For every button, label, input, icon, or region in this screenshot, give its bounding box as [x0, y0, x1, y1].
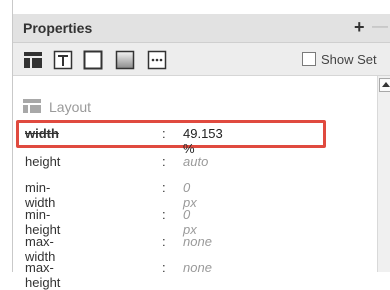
panel-titlebar: Properties + —: [13, 14, 390, 43]
property-name: max-height: [25, 260, 61, 290]
show-set-checkbox[interactable]: [302, 52, 316, 66]
property-value[interactable]: 0 px: [183, 180, 197, 210]
show-set-label: Show Set: [321, 51, 377, 67]
highlight-box: [16, 120, 326, 148]
property-name: min-width: [25, 180, 56, 210]
add-button[interactable]: +: [354, 17, 365, 38]
properties-panel: Properties + — Show Set Layout width: 4…: [12, 0, 390, 290]
background-icon[interactable]: [115, 50, 135, 70]
property-name: min-height: [25, 207, 61, 237]
property-value[interactable]: none: [183, 260, 212, 275]
layout-icon[interactable]: [23, 50, 43, 70]
property-value[interactable]: 49.153 %: [183, 126, 223, 156]
vertical-scrollbar[interactable]: [377, 76, 390, 272]
show-set-toggle[interactable]: Show Set: [302, 50, 377, 68]
text-icon[interactable]: [53, 50, 73, 70]
property-separator: :: [162, 180, 166, 195]
property-separator: :: [162, 154, 166, 169]
property-separator: :: [162, 207, 166, 222]
property-value[interactable]: none: [183, 234, 212, 249]
property-separator: :: [162, 126, 166, 141]
property-value[interactable]: auto: [183, 154, 208, 169]
more-icon[interactable]: [147, 50, 167, 70]
property-name: width: [25, 126, 59, 141]
panel-title: Properties: [23, 20, 93, 36]
property-separator: :: [162, 234, 166, 249]
scroll-up-arrow-icon[interactable]: [379, 78, 390, 92]
property-name: height: [25, 154, 61, 169]
category-toolbar: Show Set: [13, 43, 390, 76]
remove-button[interactable]: —: [372, 18, 388, 36]
properties-list: Layout width : 49.153 % height : auto mi…: [13, 76, 377, 290]
border-icon[interactable]: [83, 50, 103, 70]
section-label: Layout: [49, 99, 92, 115]
layout-section-icon: [23, 98, 41, 116]
property-value[interactable]: 0 px: [183, 207, 197, 237]
property-separator: :: [162, 260, 166, 275]
section-header-layout[interactable]: Layout: [23, 98, 91, 116]
